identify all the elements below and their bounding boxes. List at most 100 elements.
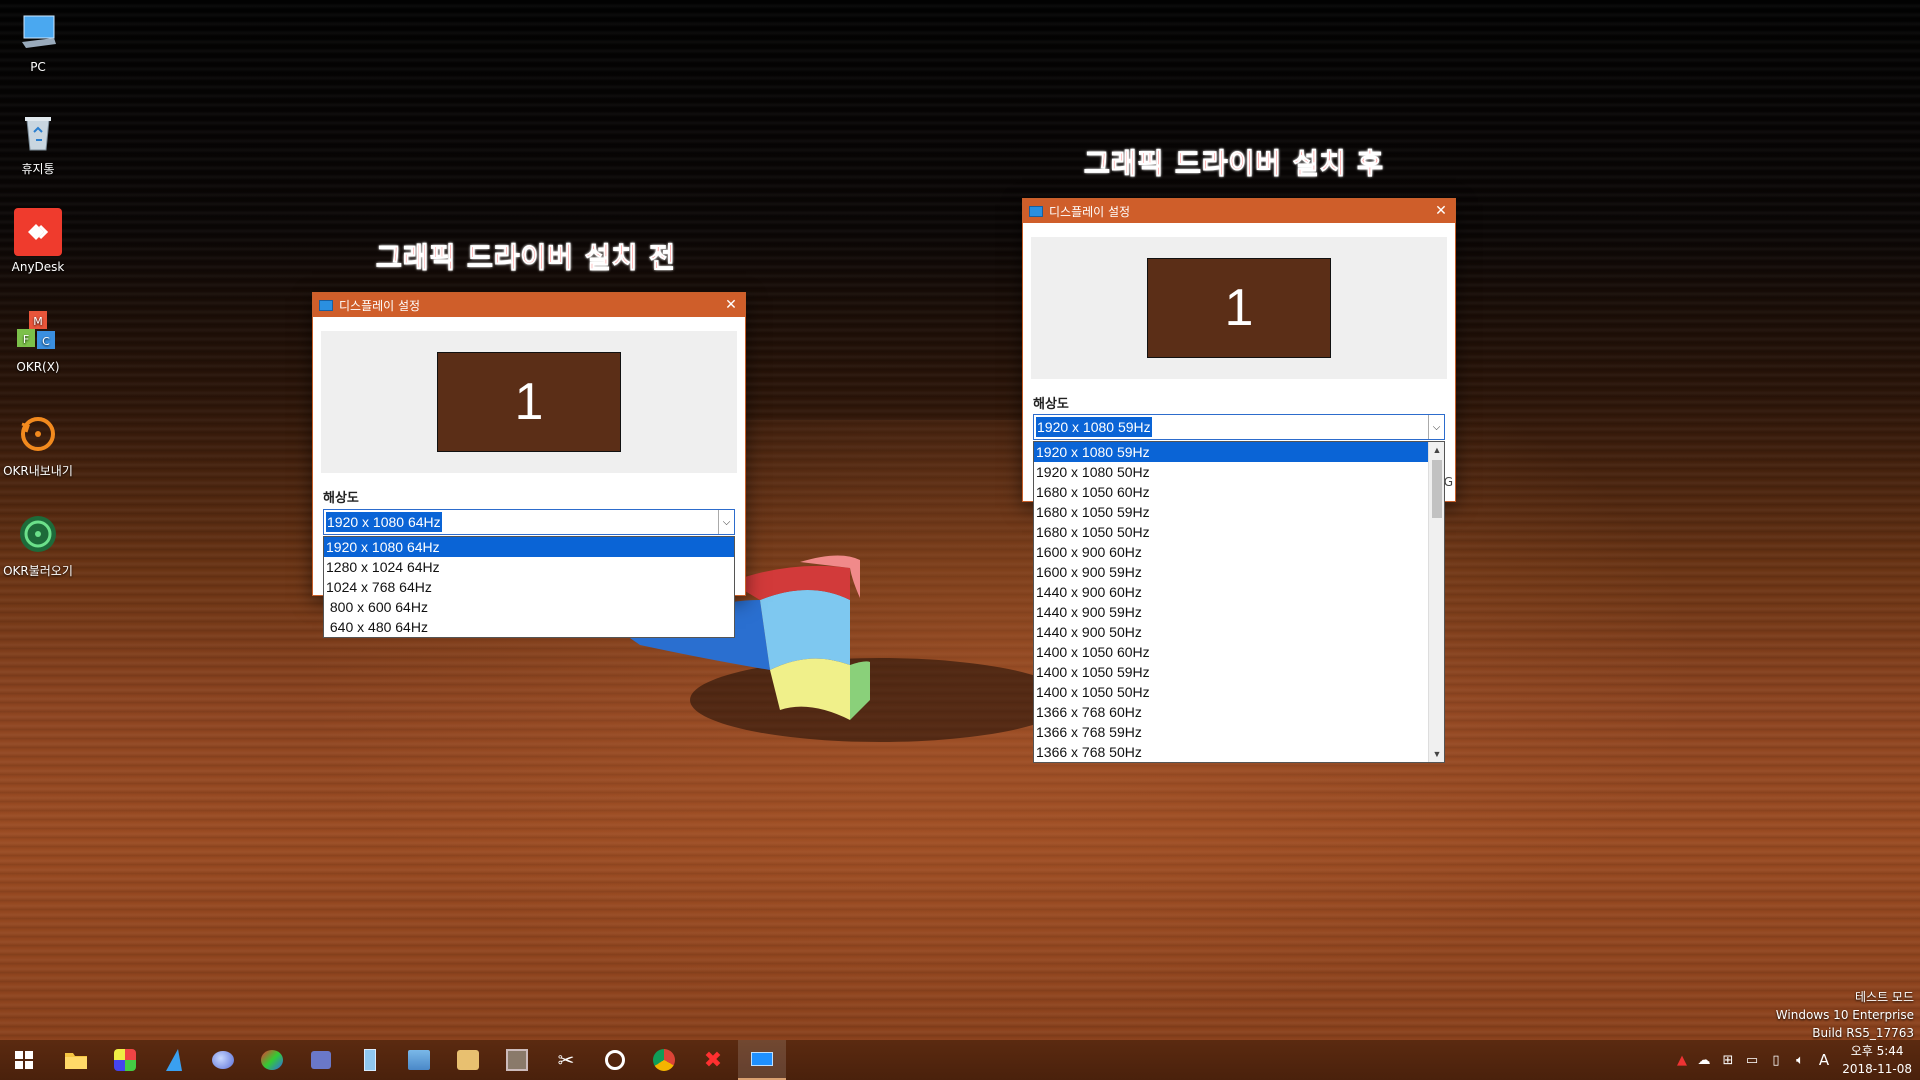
- annotation-before: 그래픽 드라이버 설치 전: [376, 241, 676, 275]
- resolution-option[interactable]: 1600 x 900 59Hz: [1034, 562, 1428, 582]
- chevron-down-icon[interactable]: ⌵: [1428, 415, 1444, 439]
- resolution-option[interactable]: 800 x 600 64Hz: [324, 597, 734, 617]
- desktop-icon-okr-x[interactable]: MFC OKR(X): [0, 308, 76, 374]
- resolution-option[interactable]: 1024 x 768 64Hz: [324, 577, 734, 597]
- clock[interactable]: 오후 5:44 2018-11-08: [1842, 1042, 1912, 1078]
- resolution-selected-value: 1920 x 1080 59Hz: [1036, 417, 1152, 437]
- desktop-icon-recycle-bin[interactable]: 휴지통: [0, 108, 76, 177]
- dropdown-scrollbar[interactable]: ▲ ▼: [1428, 442, 1444, 762]
- desktop-icon-label: OKR불러오기: [3, 564, 73, 578]
- taskbar-app-9[interactable]: [493, 1040, 541, 1080]
- app-icon: [408, 1050, 430, 1070]
- annotation-after: 그래픽 드라이버 설치 후: [1084, 147, 1384, 181]
- app-icon: [364, 1049, 376, 1071]
- resolution-option[interactable]: 1400 x 1050 60Hz: [1034, 642, 1428, 662]
- taskbar-chrome[interactable]: [640, 1040, 688, 1080]
- taskbar-app-11[interactable]: [591, 1040, 639, 1080]
- taskbar-app-3[interactable]: [199, 1040, 247, 1080]
- resolution-option[interactable]: 1920 x 1080 64Hz: [324, 537, 734, 557]
- svg-text:F: F: [23, 333, 29, 346]
- taskbar-app-8[interactable]: [444, 1040, 492, 1080]
- resolution-option[interactable]: 1440 x 900 50Hz: [1034, 622, 1428, 642]
- resolution-option[interactable]: 1400 x 1050 59Hz: [1034, 662, 1428, 682]
- resolution-option[interactable]: 640 x 480 64Hz: [324, 617, 734, 637]
- desktop-icon-anydesk[interactable]: AnyDesk: [0, 208, 76, 274]
- resolution-select-before[interactable]: 1920 x 1080 64Hz ⌵: [323, 509, 735, 535]
- scroll-up-icon[interactable]: ▲: [1429, 442, 1444, 458]
- windows-start-icon: [15, 1051, 33, 1069]
- resolution-option[interactable]: 1440 x 900 59Hz: [1034, 602, 1428, 622]
- resolution-option[interactable]: 1600 x 900 60Hz: [1034, 542, 1428, 562]
- monitor-tile[interactable]: 1: [437, 352, 621, 452]
- network-adapter-icon[interactable]: ⊞: [1716, 1053, 1740, 1068]
- resolution-option[interactable]: 1280 x 1024 64Hz: [324, 557, 734, 577]
- taskbar-app-10[interactable]: ✂: [542, 1040, 590, 1080]
- battery-icon[interactable]: ▯: [1764, 1053, 1788, 1068]
- resolution-option[interactable]: 1920 x 1080 50Hz: [1034, 462, 1428, 482]
- taskbar-app-12[interactable]: ✖: [689, 1040, 737, 1080]
- system-tray: ▲ ☁ ⊞ ▭ ▯ 🔈︎ A: [1672, 1040, 1836, 1080]
- desktop-icon-okr-import[interactable]: OKR불러오기: [0, 510, 76, 579]
- desktop-icon-okr-export[interactable]: OKR내보내기: [0, 410, 76, 479]
- chrome-icon: [653, 1049, 675, 1071]
- ime-indicator[interactable]: A: [1812, 1051, 1836, 1069]
- close-app-icon: ✖: [703, 1047, 723, 1073]
- anydesk-icon: [14, 208, 62, 256]
- resolution-option[interactable]: 1366 x 768 50Hz: [1034, 742, 1428, 762]
- dialog-edge-text: G: [1443, 475, 1453, 489]
- dialog-title: 디스플레이 설정: [1049, 204, 1131, 219]
- taskbar: ✂ ✖ ▲ ☁ ⊞ ▭ ▯ 🔈︎ A 오후 5:44 2018-11-08: [0, 1040, 1920, 1080]
- import-icon: [14, 510, 62, 558]
- resolution-option[interactable]: 1366 x 768 59Hz: [1034, 722, 1428, 742]
- resolution-option[interactable]: 1400 x 1050 50Hz: [1034, 682, 1428, 702]
- close-button[interactable]: ✕: [1427, 199, 1455, 223]
- volume-icon[interactable]: 🔈︎: [1788, 1053, 1812, 1068]
- resolution-option[interactable]: 1680 x 1050 59Hz: [1034, 502, 1428, 522]
- scroll-down-icon[interactable]: ▼: [1429, 746, 1444, 762]
- dialog-titlebar[interactable]: 디스플레이 설정 ✕: [313, 293, 745, 317]
- monitor-preview: 1: [321, 331, 737, 473]
- recycle-bin-icon: [14, 108, 62, 156]
- resolution-option[interactable]: 1366 x 768 60Hz: [1034, 702, 1428, 722]
- monitor-preview: 1: [1031, 237, 1447, 379]
- resolution-select-after[interactable]: 1920 x 1080 59Hz ⌵: [1033, 414, 1445, 440]
- okr-cubes-icon: MFC: [14, 308, 62, 356]
- taskbar-file-explorer[interactable]: [52, 1040, 100, 1080]
- dialog-titlebar[interactable]: 디스플레이 설정 ✕: [1023, 199, 1455, 223]
- desktop-icon-pc[interactable]: PC: [0, 8, 76, 74]
- resolution-selected-value: 1920 x 1080 64Hz: [326, 512, 442, 532]
- taskbar-app-5[interactable]: [297, 1040, 345, 1080]
- resolution-dropdown-before: 1920 x 1080 64Hz 1280 x 1024 64Hz 1024 x 7…: [323, 536, 735, 638]
- resolution-option[interactable]: 1680 x 1050 60Hz: [1034, 482, 1428, 502]
- resolution-option[interactable]: 1920 x 1080 59Hz: [1034, 442, 1428, 462]
- taskbar-app-4[interactable]: [248, 1040, 296, 1080]
- desktop-icon-label: 휴지통: [21, 162, 55, 176]
- network-icon[interactable]: ☁: [1692, 1053, 1716, 1068]
- desktop-icon-label: OKR내보내기: [3, 464, 73, 478]
- app-icon: [605, 1050, 625, 1070]
- taskbar-app-1[interactable]: [101, 1040, 149, 1080]
- app-icon: [212, 1051, 234, 1069]
- chevron-down-icon[interactable]: ⌵: [718, 510, 734, 534]
- close-button[interactable]: ✕: [717, 293, 745, 317]
- monitor-tile[interactable]: 1: [1147, 258, 1331, 358]
- close-icon: ✕: [725, 297, 737, 313]
- monitor-tray-icon[interactable]: ▭: [1740, 1053, 1764, 1068]
- svg-text:C: C: [42, 335, 50, 348]
- resolution-option[interactable]: 1680 x 1050 50Hz: [1034, 522, 1428, 542]
- desktop-icon-label: PC: [30, 60, 46, 74]
- chevron-up-icon[interactable]: ▲: [1672, 1053, 1692, 1068]
- svg-text:M: M: [33, 315, 43, 328]
- app-icon: [506, 1049, 528, 1071]
- start-button[interactable]: [0, 1040, 48, 1080]
- taskbar-display-settings[interactable]: [738, 1040, 786, 1080]
- taskbar-app-2[interactable]: [150, 1040, 198, 1080]
- export-icon: [14, 410, 62, 458]
- taskbar-app-6[interactable]: [346, 1040, 394, 1080]
- taskbar-app-7[interactable]: [395, 1040, 443, 1080]
- watermark-line: Windows 10 Enterprise: [1775, 1008, 1914, 1022]
- scrollbar-thumb[interactable]: [1432, 460, 1442, 518]
- resolution-option[interactable]: 1440 x 900 60Hz: [1034, 582, 1428, 602]
- clock-date: 2018-11-08: [1842, 1062, 1912, 1076]
- resolution-label: 해상도: [323, 491, 359, 506]
